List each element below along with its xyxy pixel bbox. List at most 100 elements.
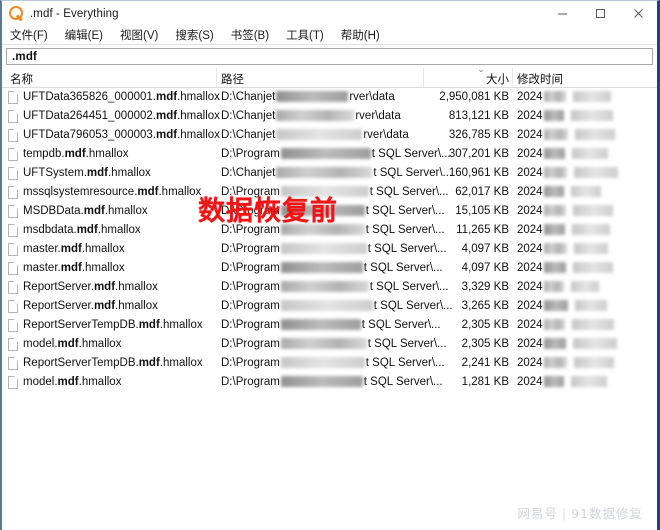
file-name-suffix: .hmallox [81, 243, 125, 255]
file-name-match: mdf [138, 357, 160, 369]
file-date-cell: 2024 [517, 205, 614, 217]
table-row[interactable]: ReportServerTempDB.mdf.hmallox D:\Program… [2, 316, 657, 335]
menu-item-view[interactable]: 视图(V) [120, 27, 158, 43]
file-name-base: master. [23, 243, 61, 255]
file-name-suffix: .hmallox [158, 186, 202, 198]
results-list: 名称 路径 ⌄ 大小 修改时间 UFTData365826_000001.mdf… [2, 64, 657, 392]
file-icon [8, 319, 18, 332]
file-size-cell: 4,097 KB [461, 243, 509, 255]
column-header-path[interactable]: 路径 [221, 71, 244, 87]
table-row[interactable]: ReportServerTempDB.mdf.hmallox D:\Program… [2, 354, 657, 373]
file-name-suffix: .hmallox [85, 148, 129, 160]
redacted-time-segment [574, 129, 615, 140]
file-icon [8, 338, 18, 351]
table-row[interactable]: master.mdf.hmallox D:\Program t SQL Server… [2, 259, 657, 278]
table-row[interactable]: ReportServer.mdf.hmallox D:\Program t SQL … [2, 297, 657, 316]
file-name-match: mdf [156, 110, 178, 122]
file-icon [8, 91, 18, 104]
redacted-time-segment [570, 186, 601, 197]
file-size-cell: 160,961 KB [448, 167, 509, 179]
file-icon [8, 167, 18, 180]
minimize-button[interactable] [543, 1, 581, 26]
redacted-path-segment [280, 243, 367, 254]
menu-item-help[interactable]: 帮助(H) [341, 27, 380, 43]
table-row[interactable]: UFTData365826_000001.mdf.hmallox D:\Chanj… [2, 88, 657, 107]
redacted-time-segment [570, 281, 599, 292]
table-row[interactable]: master.mdf.hmallox D:\Program t SQL Server… [2, 240, 657, 259]
file-name-suffix: .hmallox [159, 357, 203, 369]
file-date-cell: 2024 [517, 167, 619, 179]
file-icon [8, 110, 18, 123]
search-input[interactable]: .mdf [6, 48, 653, 65]
table-row[interactable]: UFTData264451_000002.mdf.hmallox D:\Chanj… [2, 107, 657, 126]
file-name-suffix: .hmallox [177, 91, 220, 103]
file-name-base: model. [23, 376, 58, 388]
table-row[interactable]: model.mdf.hmallox D:\Program t SQL Server\… [2, 335, 657, 354]
file-path-tail: rver\data [349, 91, 395, 103]
table-row[interactable]: model.mdf.hmallox D:\Program t SQL Server\… [2, 373, 657, 392]
file-size-cell: 1,281 KB [461, 376, 509, 388]
redacted-path-segment [276, 129, 363, 140]
file-path-head: D:\Chanjet [221, 167, 276, 179]
file-name-suffix: .hmallox [115, 300, 158, 312]
file-date-year: 2024 [517, 205, 543, 217]
file-name-cell: master.mdf.hmallox [23, 243, 125, 255]
redacted-date-segment [543, 148, 565, 159]
table-row[interactable]: ReportServer.mdf.hmallox D:\Program t SQL … [2, 278, 657, 297]
file-name-suffix: .hmallox [159, 319, 203, 331]
results-rows: UFTData365826_000001.mdf.hmallox D:\Chanj… [2, 88, 657, 392]
menu-item-bookmark[interactable]: 书签(B) [231, 27, 269, 43]
menu-item-edit[interactable]: 编辑(E) [65, 27, 103, 43]
file-name-base: tempdb. [23, 148, 65, 160]
file-name-cell: UFTSystem.mdf.hmallox [23, 167, 151, 179]
maximize-button[interactable] [581, 1, 619, 26]
file-icon [8, 186, 18, 199]
column-header-date[interactable]: 修改时间 [517, 71, 563, 87]
file-icon [8, 300, 18, 313]
redacted-path-segment [280, 262, 363, 273]
file-date-cell: 2024 [517, 110, 614, 122]
file-name-cell: ReportServerTempDB.mdf.hmallox [23, 357, 203, 369]
file-name-base: model. [23, 338, 58, 350]
file-name-base: ReportServer. [23, 300, 94, 312]
file-size-cell: 326,785 KB [448, 129, 509, 141]
file-name-match: mdf [60, 243, 82, 255]
file-size-cell: 3,265 KB [461, 300, 509, 312]
file-size-cell: 2,305 KB [461, 319, 509, 331]
file-name-base: ReportServerTempDB. [23, 357, 139, 369]
column-header-name[interactable]: 名称 [10, 71, 33, 87]
redacted-date-segment [543, 357, 567, 368]
file-date-cell: 2024 [517, 148, 609, 160]
file-date-cell: 2024 [517, 338, 618, 350]
file-name-base: msdbdata. [23, 224, 77, 236]
file-size-cell: 307,201 KB [448, 148, 509, 160]
file-name-suffix: .hmallox [78, 338, 122, 350]
table-row[interactable]: UFTSystem.mdf.hmallox D:\Chanjet t SQL Ser… [2, 164, 657, 183]
redacted-path-segment [280, 281, 369, 292]
file-icon [8, 357, 18, 370]
file-size-cell: 3,329 KB [461, 281, 509, 293]
menu-bar: 文件(F) 编辑(E) 视图(V) 搜索(S) 书签(B) 工具(T) 帮助(H… [2, 26, 657, 45]
window-controls [543, 1, 657, 26]
file-date-year: 2024 [517, 224, 543, 236]
table-row[interactable]: tempdb.mdf.hmallox D:\Program t SQL Server… [2, 145, 657, 164]
menu-item-search[interactable]: 搜索(S) [175, 27, 213, 43]
file-path-cell: D:\Chanjet rver\data [221, 110, 401, 122]
close-button[interactable] [619, 1, 657, 26]
file-date-cell: 2024 [517, 300, 608, 312]
table-row[interactable]: UFTData796053_000003.mdf.hmallox D:\Chanj… [2, 126, 657, 145]
file-name-match: mdf [137, 186, 159, 198]
file-icon [8, 376, 18, 389]
column-header-size[interactable]: 大小 [432, 71, 509, 87]
column-header-row: 名称 路径 ⌄ 大小 修改时间 [2, 64, 657, 88]
file-name-base: master. [23, 262, 61, 274]
file-size-cell: 11,265 KB [456, 224, 509, 236]
menu-item-file[interactable]: 文件(F) [10, 27, 48, 43]
redacted-time-segment [572, 205, 613, 216]
redacted-path-segment [280, 357, 365, 368]
menu-item-tools[interactable]: 工具(T) [286, 27, 324, 43]
file-date-year: 2024 [517, 91, 543, 103]
file-name-suffix: .hmallox [177, 129, 220, 141]
file-name-cell: UFTData796053_000003.mdf.hmallox [23, 129, 220, 141]
everything-magnifier-icon [8, 5, 26, 23]
